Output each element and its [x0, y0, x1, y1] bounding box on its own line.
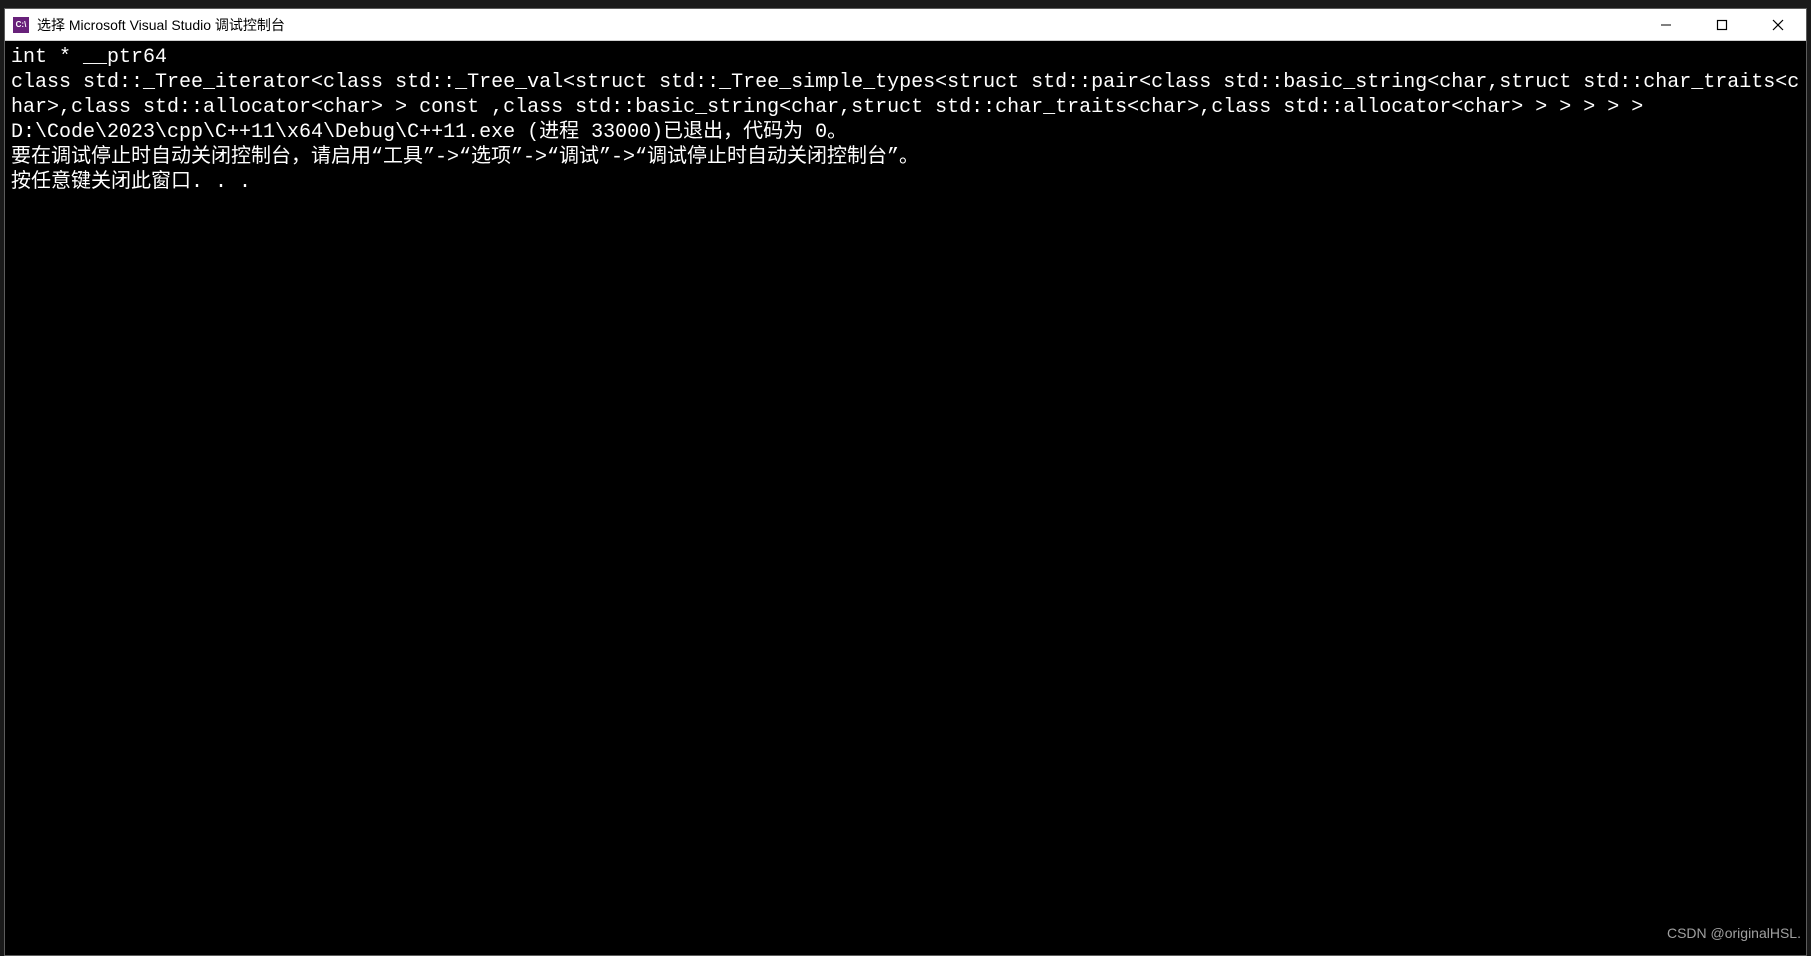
console-output[interactable]: int * __ptr64class std::_Tree_iterator<c…: [5, 41, 1806, 955]
watermark: CSDN @originalHSL.: [1667, 925, 1801, 941]
window-title: 选择 Microsoft Visual Studio 调试控制台: [37, 15, 1638, 35]
console-window: C:\ 选择 Microsoft Visual Studio 调试控制台 int…: [4, 8, 1807, 956]
console-line: 要在调试停止时自动关闭控制台，请启用“工具”->“选项”->“调试”->“调试停…: [11, 145, 1800, 170]
close-button[interactable]: [1750, 9, 1806, 40]
app-icon: C:\: [13, 17, 29, 33]
close-icon: [1772, 19, 1784, 31]
console-line: class std::_Tree_iterator<class std::_Tr…: [11, 70, 1800, 120]
title-bar[interactable]: C:\ 选择 Microsoft Visual Studio 调试控制台: [5, 9, 1806, 41]
maximize-icon: [1716, 19, 1728, 31]
console-line: int * __ptr64: [11, 45, 1800, 70]
maximize-button[interactable]: [1694, 9, 1750, 40]
console-line: 按任意键关闭此窗口. . .: [11, 170, 1800, 195]
minimize-button[interactable]: [1638, 9, 1694, 40]
minimize-icon: [1660, 19, 1672, 31]
window-controls: [1638, 9, 1806, 40]
console-line: D:\Code\2023\cpp\C++11\x64\Debug\C++11.e…: [11, 120, 1800, 145]
